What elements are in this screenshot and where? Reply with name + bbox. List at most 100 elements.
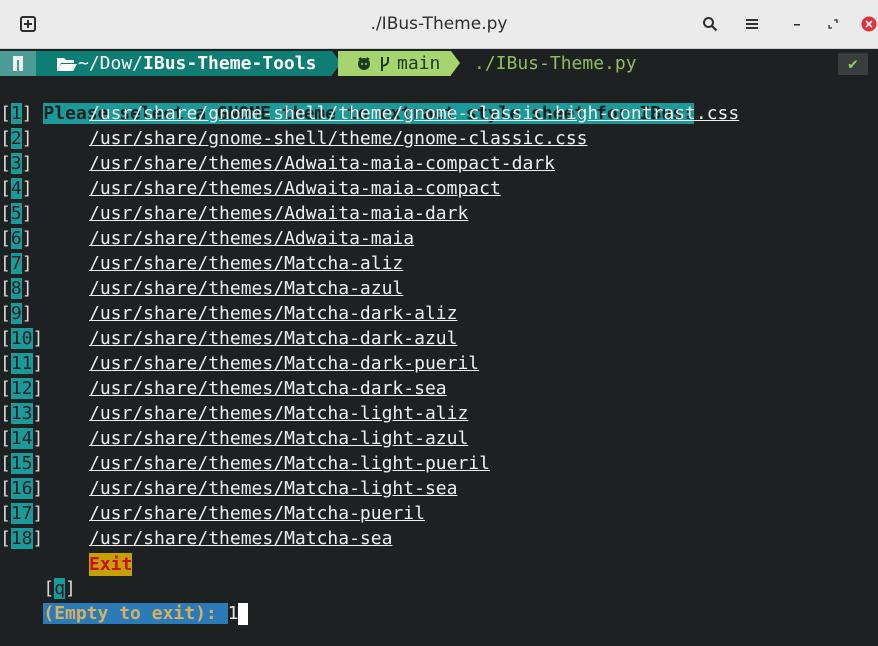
new-tab-icon (20, 16, 36, 32)
os-segment (0, 51, 36, 76)
theme-path-link[interactable]: /usr/share/themes/Matcha-light-azul (89, 426, 468, 451)
text-cursor (238, 603, 249, 625)
theme-option-row[interactable]: [10] /usr/share/themes/Matcha-dark-azul (0, 326, 457, 351)
theme-option-row[interactable]: [9] /usr/share/themes/Matcha-dark-aliz (0, 301, 457, 326)
search-icon (703, 17, 718, 32)
option-key: 12 (10, 378, 33, 399)
option-key-bracket: [7] (0, 253, 33, 274)
path-prefix: ~/Dow/ (78, 53, 144, 74)
option-key-bracket: [16] (0, 478, 44, 499)
option-key: 1 (10, 103, 22, 124)
option-key-bracket: [3] (0, 153, 33, 174)
option-key-bracket: [17] (0, 503, 44, 524)
git-segment: main (338, 51, 451, 76)
theme-path-link[interactable]: /usr/share/themes/Matcha-dark-sea (89, 376, 447, 401)
theme-path-link[interactable]: /usr/share/themes/Matcha-light-aliz (89, 401, 468, 426)
git-branch-icon (381, 57, 389, 71)
terminal-os-icon (13, 56, 23, 71)
minimize-button[interactable] (782, 9, 812, 39)
path-segment: ~/Dow/IBus-Theme-Tools (36, 51, 332, 76)
option-key-bracket: [4] (0, 178, 33, 199)
theme-option-row[interactable]: [18] /usr/share/themes/Matcha-sea (0, 526, 392, 551)
path-current-dir: IBus-Theme-Tools (143, 53, 317, 74)
restore-button[interactable] (818, 9, 848, 39)
theme-option-row[interactable]: [2] /usr/share/gnome-shell/theme/gnome-cl… (0, 126, 588, 151)
theme-option-row[interactable]: [16] /usr/share/themes/Matcha-light-sea (0, 476, 457, 501)
option-key: 6 (10, 228, 22, 249)
option-key: 15 (10, 453, 33, 474)
option-key-bracket: [15] (0, 453, 44, 474)
theme-option-row[interactable]: [1] /usr/share/gnome-shell/theme/gnome-cl… (0, 101, 739, 126)
shell-prompt: ~/Dow/IBus-Theme-Tools main ./IBus-Theme… (0, 51, 878, 76)
exit-label: Exit (89, 553, 133, 576)
theme-option-row[interactable]: [8] /usr/share/themes/Matcha-azul (0, 276, 403, 301)
new-tab-button[interactable] (13, 9, 43, 39)
option-key: 10 (10, 328, 33, 349)
theme-path-link[interactable]: /usr/share/themes/Matcha-light-sea (89, 476, 457, 501)
theme-option-row[interactable]: [12] /usr/share/themes/Matcha-dark-sea (0, 376, 447, 401)
theme-path-link[interactable]: /usr/share/themes/Adwaita-maia-compact (89, 176, 501, 201)
option-key: 3 (10, 153, 22, 174)
minimize-icon (794, 24, 800, 26)
option-key-bracket: [1] (0, 103, 33, 124)
option-key-bracket: [6] (0, 228, 33, 249)
input-prompt-line[interactable]: (Empty to exit): 1 (0, 576, 249, 625)
theme-option-row[interactable]: [7] /usr/share/themes/Matcha-aliz (0, 251, 403, 276)
github-icon (358, 57, 370, 70)
option-key-bracket: [13] (0, 403, 44, 424)
theme-path-link[interactable]: /usr/share/themes/Matcha-sea (89, 526, 392, 551)
theme-path-link[interactable]: /usr/share/themes/Adwaita-maia (89, 226, 414, 251)
exit-option[interactable]: [q] Exit (0, 551, 133, 599)
search-button[interactable] (695, 9, 725, 39)
theme-path-link[interactable]: /usr/share/themes/Matcha-dark-aliz (89, 301, 457, 326)
menu-button[interactable] (737, 9, 767, 39)
option-key: 7 (10, 253, 22, 274)
theme-option-row[interactable]: [13] /usr/share/themes/Matcha-light-aliz (0, 401, 468, 426)
option-key-bracket: [10] (0, 328, 44, 349)
theme-option-row[interactable]: [11] /usr/share/themes/Matcha-dark-pueril (0, 351, 479, 376)
theme-option-row[interactable]: [14] /usr/share/themes/Matcha-light-azul (0, 426, 468, 451)
theme-path-link[interactable]: /usr/share/themes/Matcha-azul (89, 276, 403, 301)
theme-path-link[interactable]: /usr/share/themes/Matcha-pueril (89, 501, 425, 526)
option-key: 8 (10, 278, 22, 299)
theme-path-link[interactable]: /usr/share/gnome-shell/theme/gnome-class… (89, 126, 588, 151)
theme-path-link[interactable]: /usr/share/themes/Matcha-light-pueril (89, 451, 490, 476)
option-key-bracket: [8] (0, 278, 33, 299)
option-key-bracket: [12] (0, 378, 44, 399)
option-key: 14 (10, 428, 33, 449)
exit-status-badge: ✔ (838, 53, 868, 75)
theme-path-link[interactable]: /usr/share/gnome-shell/theme/gnome-class… (89, 101, 739, 126)
close-button[interactable] (854, 9, 878, 39)
theme-option-row[interactable]: [6] /usr/share/themes/Adwaita-maia (0, 226, 414, 251)
option-key-bracket: [5] (0, 203, 33, 224)
theme-path-link[interactable]: /usr/share/themes/Matcha-dark-azul (89, 326, 457, 351)
theme-option-row[interactable]: [4] /usr/share/themes/Adwaita-maia-compac… (0, 176, 501, 201)
restore-icon (828, 19, 838, 29)
option-key: 5 (10, 203, 22, 224)
option-key: 18 (10, 528, 33, 549)
theme-path-link[interactable]: /usr/share/themes/Adwaita-maia-dark (89, 201, 468, 226)
theme-option-row[interactable]: [5] /usr/share/themes/Adwaita-maia-dark (0, 201, 468, 226)
close-icon (861, 16, 877, 32)
theme-path-link[interactable]: /usr/share/themes/Matcha-aliz (89, 251, 403, 276)
option-key: 17 (10, 503, 33, 524)
git-branch-name: main (397, 53, 441, 74)
option-key: 16 (10, 478, 33, 499)
terminal-area[interactable]: ~/Dow/IBus-Theme-Tools main ./IBus-Theme… (0, 49, 878, 646)
executed-command: ./IBus-Theme.py (474, 53, 637, 74)
input-value[interactable]: 1 (228, 603, 239, 624)
folder-open-icon (57, 58, 77, 71)
option-key-bracket: [9] (0, 303, 33, 324)
hamburger-menu-icon (746, 19, 758, 29)
theme-path-link[interactable]: /usr/share/themes/Matcha-dark-pueril (89, 351, 479, 376)
theme-option-row[interactable]: [3] /usr/share/themes/Adwaita-maia-compac… (0, 151, 555, 176)
option-key-bracket: [11] (0, 353, 44, 374)
theme-path-link[interactable]: /usr/share/themes/Adwaita-maia-compact-d… (89, 151, 555, 176)
theme-option-row[interactable]: [15] /usr/share/themes/Matcha-light-pueri… (0, 451, 490, 476)
option-key: 11 (10, 353, 33, 374)
option-key: 4 (10, 178, 22, 199)
option-key: 9 (10, 303, 22, 324)
selection-heading-line: Please select a GNOME theme to extract s… (0, 76, 694, 124)
option-key-bracket: [14] (0, 428, 44, 449)
theme-option-row[interactable]: [17] /usr/share/themes/Matcha-pueril (0, 501, 425, 526)
